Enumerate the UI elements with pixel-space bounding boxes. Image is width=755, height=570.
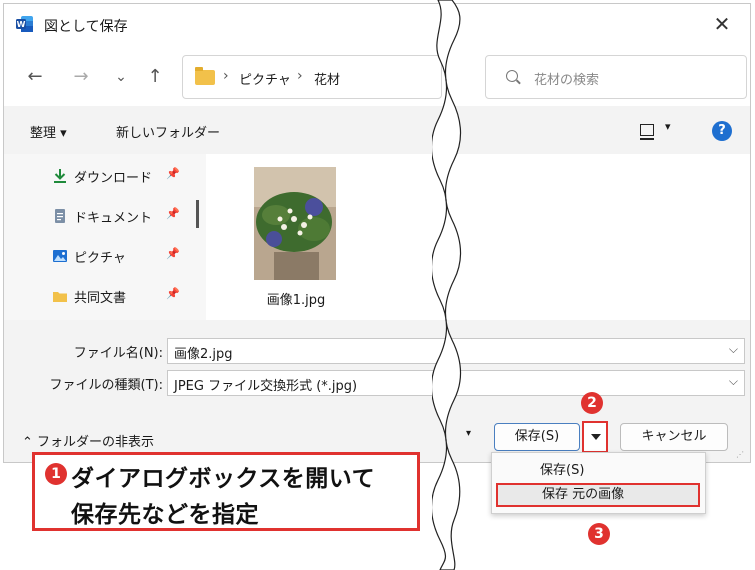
document-icon	[55, 209, 65, 223]
breadcrumb-kazai[interactable]: 花材	[314, 69, 340, 88]
callout-line-2: 保存先などを指定	[71, 502, 259, 528]
navigation-bar: ← → ⌄ ↑ › ピクチャ › 花材 花材の検索	[4, 44, 750, 106]
sidebar-item-label: 共同文書	[74, 291, 127, 306]
dialog-title: 図として保存	[44, 19, 128, 35]
command-bar: 整理 ▾ 新しいフォルダー ▾ ?	[4, 106, 750, 154]
file-name: 画像1.jpg	[266, 293, 326, 308]
download-icon	[54, 169, 66, 183]
filetype-label: ファイルの種類(T):	[49, 378, 163, 393]
tools-dropdown-caret[interactable]: ▾	[466, 428, 471, 439]
instruction-callout: 1 ダイアログボックスを開いて 保存先などを指定	[32, 452, 420, 531]
help-icon[interactable]: ?	[712, 121, 732, 141]
up-button[interactable]: ↑	[144, 66, 166, 88]
pin-icon: 📌	[166, 247, 180, 260]
search-icon	[506, 70, 518, 82]
view-options-icon[interactable]	[640, 124, 654, 140]
navigation-pane: ダウンロード 📌 ドキュメント 📌 ピクチャ 📌 共同文書 📌	[4, 154, 206, 320]
forward-button[interactable]: →	[70, 66, 92, 88]
back-button[interactable]: ←	[24, 66, 46, 88]
step-badge-2: 2	[581, 392, 603, 414]
sidebar-item-downloads[interactable]: ダウンロード 📌	[52, 166, 202, 188]
sidebar-item-label: ドキュメント	[74, 211, 153, 226]
pin-icon: 📌	[166, 287, 180, 300]
search-box[interactable]: 花材の検索	[485, 55, 747, 99]
image-thumbnail	[254, 167, 336, 280]
hide-folders-toggle[interactable]: ⌃ フォルダーの非表示	[22, 431, 154, 450]
step-badge-3: 3	[588, 523, 610, 545]
sidebar-item-label: ピクチャ	[74, 251, 126, 266]
save-dropdown-menu: 保存(S) 保存 元の画像	[491, 452, 706, 514]
save-button[interactable]: 保存(S)	[494, 423, 580, 451]
chevron-down-icon[interactable]: ⌵	[729, 342, 738, 357]
search-placeholder: 花材の検索	[534, 73, 600, 88]
save-options-panel: ファイル名(N): 画像2.jpg ⌵ ファイルの種類(T): JPEG ファイ…	[4, 320, 750, 404]
image-break-mark	[432, 0, 462, 570]
sidebar-item-label: ダウンロード	[74, 171, 153, 186]
pin-icon: 📌	[166, 167, 180, 180]
sidebar-item-documents[interactable]: ドキュメント 📌	[52, 206, 202, 228]
breadcrumb-pictures[interactable]: ピクチャ	[239, 69, 291, 88]
organize-menu[interactable]: 整理 ▾	[30, 122, 67, 141]
sidebar-item-pictures[interactable]: ピクチャ 📌	[52, 246, 202, 268]
cancel-button[interactable]: キャンセル	[620, 423, 728, 451]
pictures-icon	[53, 250, 67, 262]
filename-value: 画像2.jpg	[174, 347, 233, 362]
view-options-dropdown[interactable]: ▾	[665, 120, 671, 133]
word-icon: W	[16, 16, 33, 32]
resize-grip[interactable]: ⋰	[736, 450, 746, 460]
sidebar-scrollbar[interactable]	[196, 200, 199, 228]
address-bar[interactable]: › ピクチャ › 花材	[182, 55, 442, 99]
svg-text:W: W	[17, 20, 26, 29]
close-button[interactable]: ✕	[708, 10, 736, 38]
folder-icon	[53, 292, 67, 302]
breadcrumb-separator: ›	[223, 68, 229, 84]
menu-item-save[interactable]: 保存(S)	[540, 459, 584, 478]
hide-folders-label: フォルダーの非表示	[37, 435, 155, 450]
new-folder-button[interactable]: 新しいフォルダー	[116, 122, 220, 141]
filetype-value: JPEG ファイル交換形式 (*.jpg)	[174, 379, 358, 394]
file-list: 画像1.jpg	[206, 154, 750, 320]
folder-icon	[195, 67, 215, 85]
pin-icon: 📌	[166, 207, 180, 220]
title-bar: W 図として保存 ✕	[4, 4, 750, 44]
filename-label: ファイル名(N):	[73, 346, 163, 361]
sidebar-item-shared-docs[interactable]: 共同文書 📌	[52, 286, 202, 308]
step-badge-1: 1	[45, 463, 67, 485]
save-options-dropdown-button[interactable]	[582, 421, 608, 453]
triangle-down-icon	[591, 434, 601, 440]
recent-locations-button[interactable]: ⌄	[110, 66, 132, 88]
chevron-down-icon[interactable]: ⌵	[729, 374, 738, 389]
callout-line-1: ダイアログボックスを開いて	[71, 466, 376, 492]
chevron-up-icon: ⌃	[22, 435, 33, 450]
save-as-picture-dialog: W 図として保存 ✕ ← → ⌄ ↑ › ピクチャ › 花材 花材の検索 整理 …	[3, 3, 751, 463]
breadcrumb-separator: ›	[297, 68, 303, 84]
menu-item-save-original-image[interactable]: 保存 元の画像	[496, 483, 700, 507]
